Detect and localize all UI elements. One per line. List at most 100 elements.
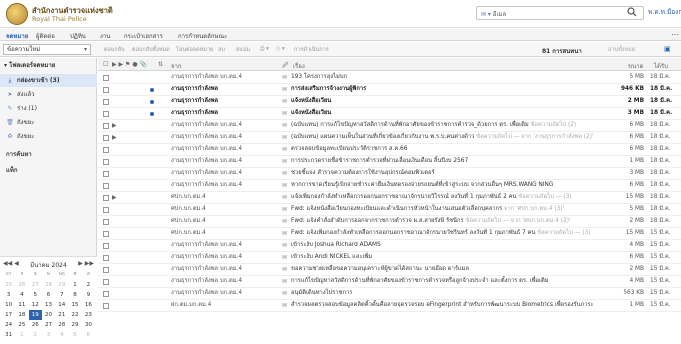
calendar-day[interactable]: 27 [42,320,55,330]
calendar-day[interactable]: 2 [82,280,95,290]
calendar-day[interactable]: 9 [82,290,95,300]
calendar-day[interactable]: 28 [55,320,68,330]
row-checkbox[interactable] [103,147,109,153]
table-row[interactable]: ศปก.บก.ตม.4 ✉ Fwd: แจ้งคำสั่งลำดับการออกจา… [98,216,681,228]
table-row[interactable]: งานธุรการกำลังพล บก.ตม.4 ✉ 193 โครงการลุงไ… [98,72,681,84]
reading-pane-icon[interactable]: ▣ [664,45,671,53]
chevron-down-icon[interactable]: ▾ [84,45,87,54]
table-row[interactable]: ศปก.บก.ตม.4 ✉ Fwd: แจ้งเพิ่มกองกำลังทำเหลื… [98,228,681,240]
column-subject[interactable]: เรื่อง [293,61,305,71]
row-checkbox[interactable] [103,123,109,129]
calendar-day[interactable]: 16 [82,300,95,310]
table-row[interactable]: งานธุรการกำลังพล บก.ตม.4 ✉ ตรวจสอบข้อมูลทะ… [98,144,681,156]
column-from[interactable]: จาก [171,61,182,71]
row-checkbox[interactable] [103,159,109,165]
table-row[interactable]: งานธุรการกำลังพล บก.ตม.4 ✉ หากการขาดเรียนร… [98,180,681,192]
table-row[interactable]: งานธุรการกำลังพล บก.ตม.4 ✉ อนุมัติเดินทางไ… [98,288,681,300]
table-row[interactable]: งานธุรการกำลังพล บก.ตม.4 ✉ ขอความช่วยเหลือ… [98,264,681,276]
calendar-day[interactable]: 29 [55,280,68,290]
row-checkbox[interactable] [103,99,109,105]
calendar-day[interactable]: 8 [68,290,81,300]
actions-button[interactable]: การดำเนินการ [294,46,329,54]
tab-calendar[interactable]: ปฏิทิน [70,31,86,41]
spam-button[interactable]: สแปม [236,46,250,54]
sort-icon[interactable]: ⇅ [158,61,163,68]
delete-button[interactable]: ลบ [218,46,225,54]
calendar-day[interactable]: 4 [15,290,28,300]
table-row[interactable]: งานธุรการกำลังพล บก.ตม.4 ✉ เข้าระงับ Joshu… [98,240,681,252]
table-row[interactable]: ฝก.ตม.บก.ตม.4 ✉ สำรวจผลตรวจสอบข้อมูลคลิตคิ… [98,300,681,312]
expand-thread-icon[interactable]: ▶ [112,132,117,143]
table-row[interactable]: งานธุรการกำลังพล ✉ แจ้งหนังสือเวียน 2 MB 18 … [98,96,681,108]
calendar-day[interactable]: 11 [15,300,28,310]
calendar-day[interactable]: 21 [55,310,68,320]
calendar-day[interactable]: 12 [29,300,42,310]
row-checkbox[interactable] [103,111,109,117]
expand-thread-icon[interactable]: ▶ [112,192,117,203]
print-icon[interactable]: ⎙ ▾ [260,46,269,53]
calendar-day[interactable]: 14 [55,300,68,310]
column-icons[interactable]: ▶ ▶ ⚑ ● 📎 [112,61,147,68]
row-checkbox[interactable] [103,171,109,177]
app-menu-icon[interactable]: ⋯ [671,30,679,39]
table-row[interactable]: ▶ งานธุรการกำลังพล บก.ตม.4 ✉ (ฉบับแทน) แผนค… [98,132,681,144]
calendar-day[interactable]: 22 [68,310,81,320]
calendar-day[interactable]: 6 [42,290,55,300]
sidebar-item-inbox[interactable]: ⤓ กล่องขาเข้า (3) [0,74,97,87]
calendar-day[interactable]: 1 [68,280,81,290]
forward-button[interactable]: โอนต่อจดหมาย [176,46,213,54]
folders-header[interactable]: ▾ โฟลเดอร์จดหมาย [4,59,101,72]
calendar-day[interactable]: 17 [2,310,15,320]
table-row[interactable]: งานธุรการกำลังพล บก.ตม.4 ✉ การแก้ไขปัญหาสว… [98,276,681,288]
row-checkbox[interactable] [103,183,109,189]
row-checkbox[interactable] [103,303,109,309]
sidebar-item-junk[interactable]: 🗑 ถังขยะ [0,116,97,129]
calendar-day[interactable]: 30 [82,320,95,330]
tab-preferences[interactable]: การกำหนดลักษณะ [178,31,227,41]
row-checkbox[interactable] [103,255,109,261]
calendar-day[interactable]: 26 [15,280,28,290]
reply-button[interactable]: ตอบกลับ [104,46,125,54]
table-row[interactable]: งานธุรการกำลังพล ✉ แจ้งหนังสือเวียน 3 MB 18 … [98,108,681,120]
calendar-day[interactable]: 15 [68,300,81,310]
calendar-day[interactable]: 3 [2,290,15,300]
next-month-icon[interactable]: ▶ ▶▶ [78,260,94,267]
sidebar-item-drafts[interactable]: ✎ ร่าง (1) [0,102,97,115]
calendar-day-today[interactable]: 19 [28,310,42,320]
table-row[interactable]: ▶ งานธุรการกำลังพล บก.ตม.4 ✉ (ฉบับแทน) การแ… [98,120,681,132]
read-all-button[interactable]: อ่านทั้งหมด [608,46,635,54]
calendar-day[interactable]: 18 [15,310,28,320]
calendar-day[interactable]: 4 [55,330,68,340]
column-received[interactable]: ได้รับ [654,61,668,71]
calendar-day[interactable]: 20 [42,310,55,320]
sidebar-item-sent[interactable]: ➤ ส่งแล้ว [0,88,97,101]
sidebar-item-trash[interactable]: ♻ ถังขยะ [0,130,97,143]
row-checkbox[interactable] [103,195,109,201]
expand-thread-icon[interactable]: ▶ [112,120,117,131]
tab-contacts[interactable]: ผู้ติดต่อ [36,31,55,41]
row-checkbox[interactable] [103,75,109,81]
table-row[interactable]: ▶ ศปก.บก.ตม.4 ✉ แจ้งเพิ่มกองกำลังทำเหลือการ… [98,192,681,204]
column-size[interactable]: ขนาด [628,61,643,71]
table-row[interactable]: งานธุรการกำลังพล บก.ตม.4 ✉ การประกวดรายชื่… [98,156,681,168]
new-message-button[interactable]: ข้อความใหม่ ▾ [3,44,91,55]
user-menu[interactable]: พ.ต.ท.มืองการ [648,7,681,17]
calendar-day[interactable]: 7 [55,290,68,300]
calendar-day[interactable]: 25 [2,280,15,290]
tag-icon[interactable]: ◇ ▾ [276,46,285,52]
calendar-day[interactable]: 1 [15,330,28,340]
calendar-day[interactable]: 29 [68,320,81,330]
table-row[interactable]: งานธุรการกำลังพล บก.ตม.4 ✉ เข้าระงับ Andi … [98,252,681,264]
calendar-day[interactable]: 5 [68,330,81,340]
row-checkbox[interactable] [103,231,109,237]
select-all-checkbox[interactable]: ☐ [103,61,108,68]
row-checkbox[interactable] [103,279,109,285]
calendar-day[interactable]: 26 [29,320,42,330]
calendar-day[interactable]: 25 [15,320,28,330]
calendar-day[interactable]: 24 [2,320,15,330]
calendar-day[interactable]: 5 [29,290,42,300]
tags-section[interactable]: แท็ก [6,165,17,175]
row-checkbox[interactable] [103,267,109,273]
search-scope-selector[interactable]: ✉ ▾ อีเมล [481,9,506,19]
calendar-day[interactable]: 23 [82,310,95,320]
